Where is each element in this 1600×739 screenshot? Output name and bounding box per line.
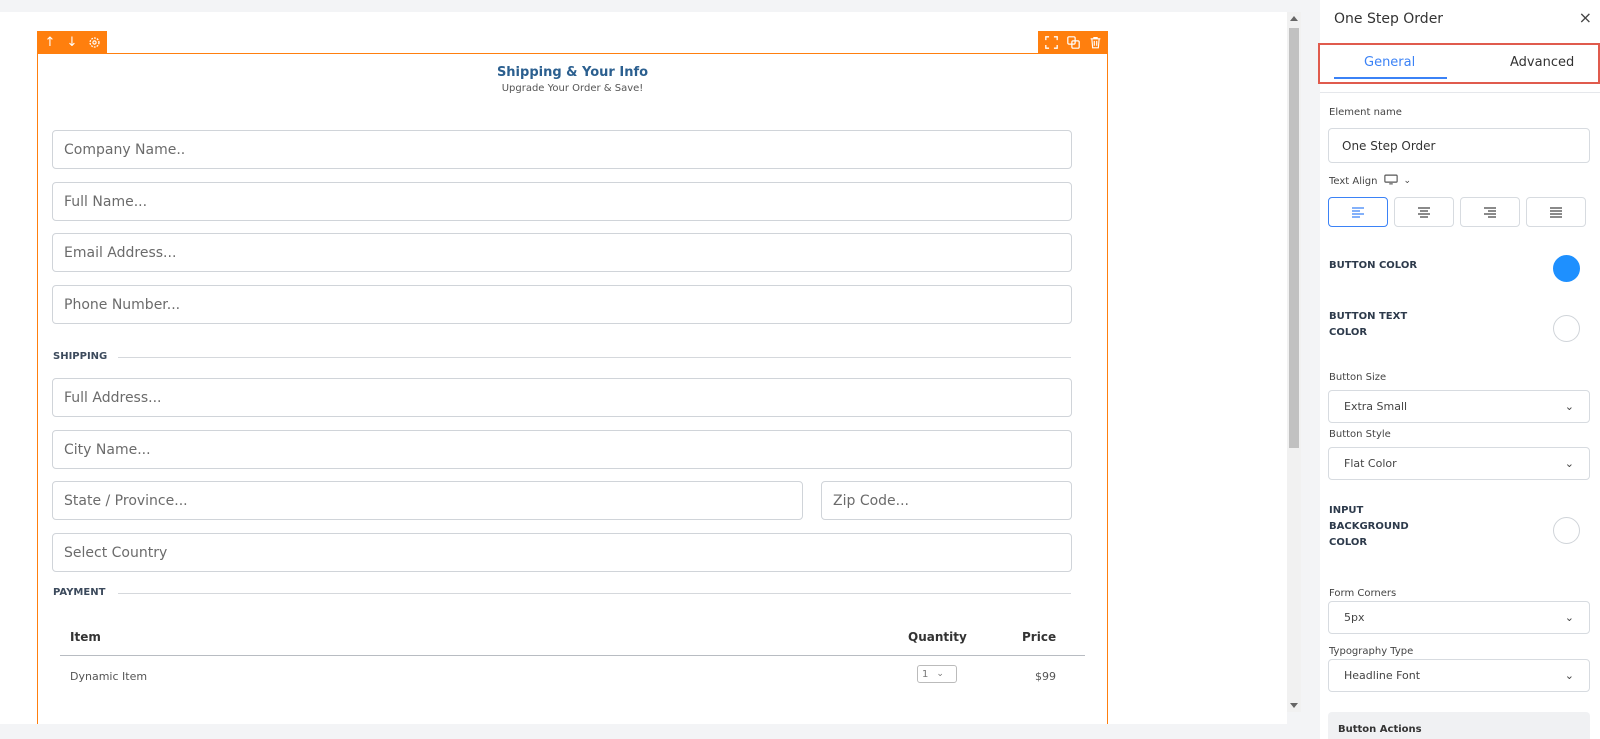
chevron-down-icon: ⌄ [1564, 611, 1574, 624]
country-select[interactable]: Select Country [52, 533, 1072, 572]
typography-type-select[interactable]: Headline Font ⌄ [1328, 659, 1590, 692]
button-actions-section[interactable]: Button Actions [1328, 712, 1590, 739]
order-table-header: Item Quantity Price [60, 622, 1085, 656]
text-align-label: Text Align ⌄ [1329, 174, 1412, 188]
input-background-color-swatch[interactable] [1553, 517, 1580, 544]
align-right-button[interactable] [1460, 197, 1520, 227]
button-style-select[interactable]: Flat Color ⌄ [1328, 447, 1590, 480]
form-subtitle: Upgrade Your Order & Save! [501, 83, 644, 94]
input-background-color-label: INPUT BACKGROUND COLOR [1329, 505, 1409, 548]
button-text-color-swatch[interactable] [1553, 315, 1580, 342]
state-input[interactable]: State / Province... [52, 481, 803, 520]
arrow-down-icon[interactable]: ↓ [63, 34, 81, 52]
button-color-swatch[interactable] [1553, 255, 1580, 282]
panel-divider [1320, 92, 1600, 93]
align-left-icon [1352, 207, 1364, 218]
price-column-header: Price [1022, 630, 1057, 644]
button-size-label: Button Size [1329, 372, 1387, 383]
payment-divider [118, 593, 1071, 594]
tab-general[interactable]: General [1364, 55, 1415, 70]
tab-advanced[interactable]: Advanced [1510, 55, 1574, 70]
payment-section-label: PAYMENT [53, 587, 106, 598]
text-align-group [1328, 197, 1586, 227]
expand-icon[interactable] [1042, 34, 1060, 52]
item-price: $99 [1035, 670, 1056, 683]
desktop-icon[interactable] [1383, 174, 1398, 188]
align-justify-icon [1550, 207, 1562, 218]
full-name-input[interactable]: Full Name... [52, 182, 1072, 221]
email-input[interactable]: Email Address... [52, 233, 1072, 272]
arrow-up-icon[interactable]: ↑ [41, 34, 59, 52]
chevron-down-icon: ⌄ [936, 669, 944, 679]
element-name-input[interactable]: One Step Order [1328, 128, 1590, 163]
align-left-button[interactable] [1328, 197, 1388, 227]
scrollbar-thumb[interactable] [1289, 28, 1299, 448]
full-address-input[interactable]: Full Address... [52, 378, 1072, 417]
zip-input[interactable]: Zip Code... [821, 481, 1072, 520]
canvas-scrollbar[interactable] [1287, 12, 1301, 712]
close-icon[interactable]: × [1579, 8, 1592, 27]
button-style-label: Button Style [1329, 429, 1391, 440]
align-center-button[interactable] [1394, 197, 1454, 227]
element-toolbar-left: ↑ ↓ [37, 31, 107, 54]
form-corners-select[interactable]: 5px ⌄ [1328, 601, 1590, 634]
chevron-down-icon: ⌄ [1564, 669, 1574, 682]
duplicate-icon[interactable] [1064, 34, 1082, 52]
button-text-color-label: BUTTON TEXT COLOR [1329, 311, 1408, 338]
editor-canvas: ↑ ↓ Shipping & Your Info Upgrade Your Or… [0, 12, 1287, 724]
panel-tabs: General Advanced [1318, 43, 1600, 84]
button-color-label: BUTTON COLOR [1329, 260, 1418, 271]
active-tab-indicator [1334, 77, 1447, 79]
chevron-down-icon: ⌄ [1564, 457, 1574, 470]
form-header: Shipping & Your Info Upgrade Your Order … [38, 54, 1107, 94]
align-center-icon [1418, 207, 1430, 218]
trash-icon[interactable] [1086, 34, 1104, 52]
scroll-up-icon[interactable] [1290, 16, 1298, 21]
quantity-column-header: Quantity [908, 630, 967, 644]
settings-panel: One Step Order × General Advanced Elemen… [1318, 0, 1600, 739]
chevron-down-icon[interactable]: ⌄ [1404, 176, 1412, 186]
element-name-label: Element name [1329, 107, 1402, 118]
company-name-input[interactable]: Company Name.. [52, 130, 1072, 169]
form-corners-label: Form Corners [1329, 588, 1397, 599]
shipping-section-label: SHIPPING [53, 351, 108, 362]
shipping-divider [118, 357, 1071, 358]
phone-input[interactable]: Phone Number... [52, 285, 1072, 324]
table-row: Dynamic Item 1 ⌄ $99 [60, 657, 1085, 697]
item-name: Dynamic Item [70, 670, 148, 683]
button-size-select[interactable]: Extra Small ⌄ [1328, 390, 1590, 423]
quantity-select[interactable]: 1 ⌄ [917, 665, 957, 683]
chevron-down-icon: ⌄ [1564, 400, 1574, 413]
scroll-down-icon[interactable] [1290, 703, 1298, 708]
align-right-icon [1484, 207, 1496, 218]
form-title: Shipping & Your Info [496, 65, 649, 80]
item-column-header: Item [70, 630, 101, 644]
typography-type-label: Typography Type [1329, 646, 1414, 657]
element-toolbar-right [1038, 31, 1108, 54]
city-input[interactable]: City Name... [52, 430, 1072, 469]
one-step-order-element[interactable]: ↑ ↓ Shipping & Your Info Upgrade Your Or… [37, 31, 1108, 724]
panel-title: One Step Order [1334, 11, 1444, 27]
gear-icon[interactable] [85, 34, 103, 52]
align-justify-button[interactable] [1526, 197, 1586, 227]
